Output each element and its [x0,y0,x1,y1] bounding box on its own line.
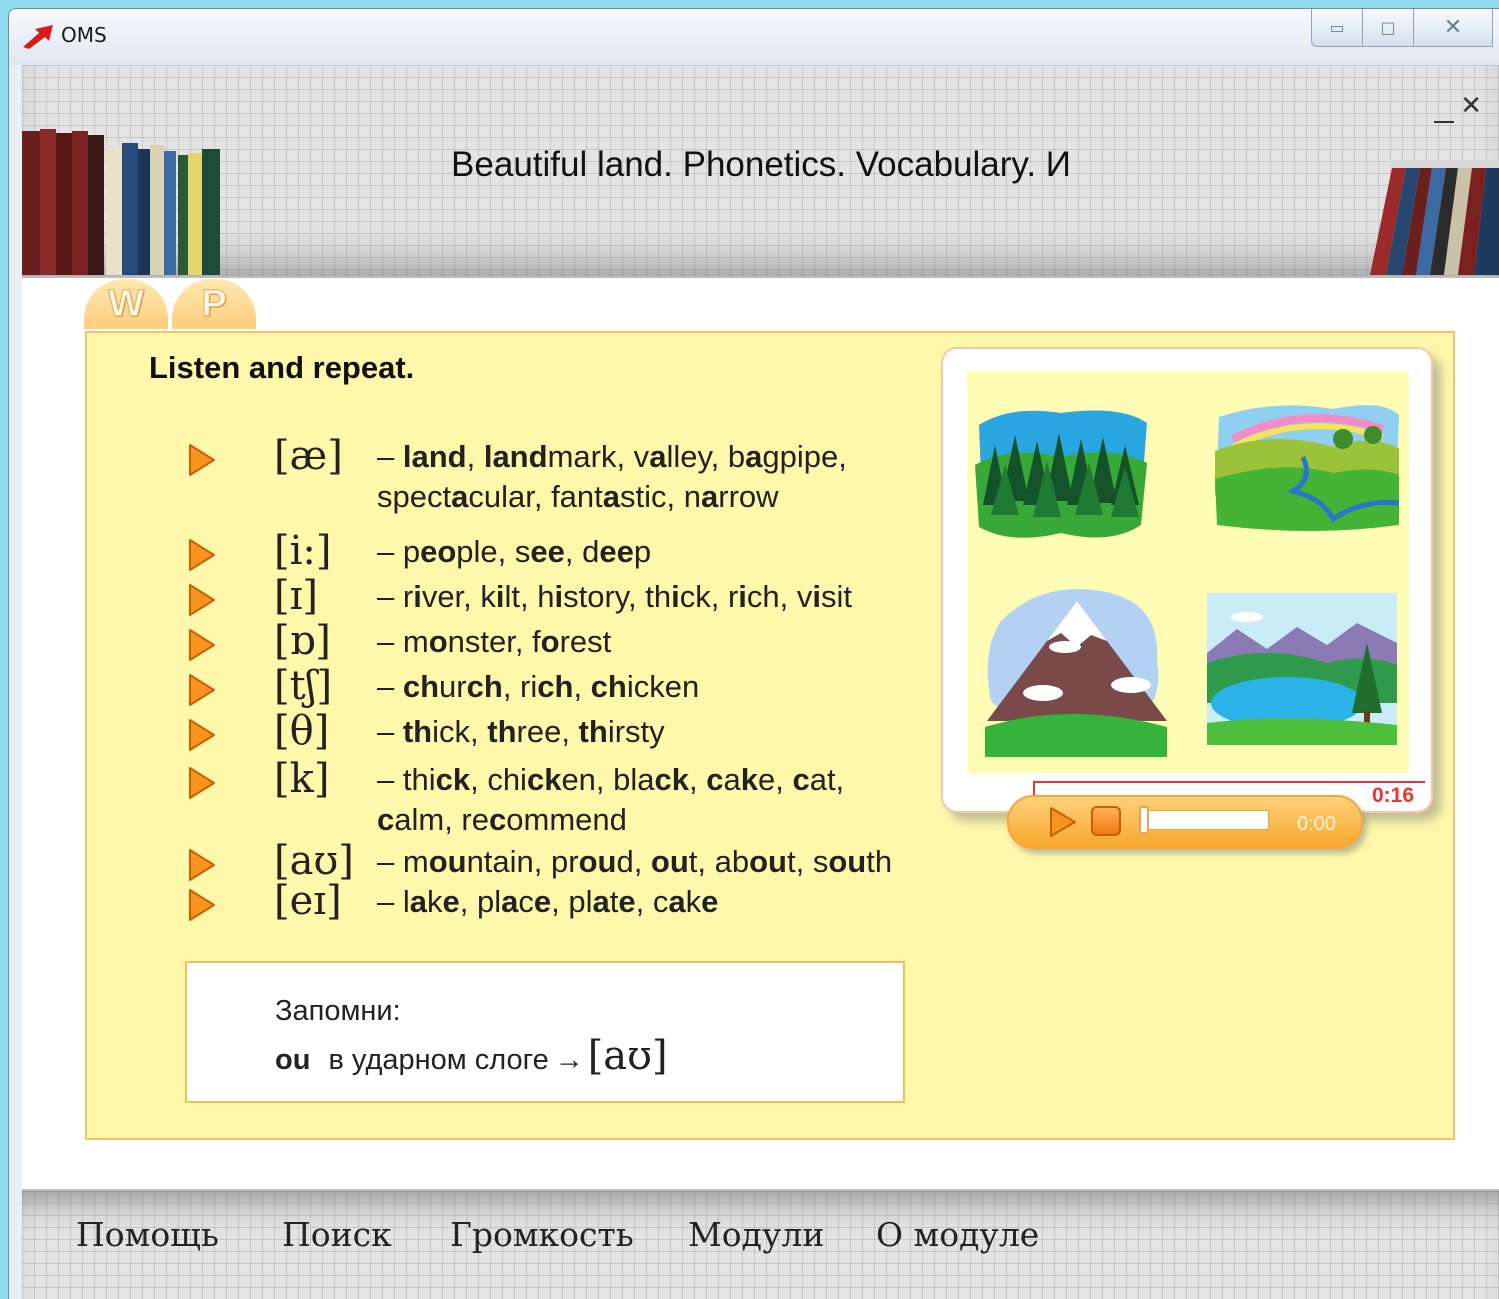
example-words: – thick, chicken, black, cake, cat, calm… [377,762,845,837]
app-logo-icon [23,25,53,49]
remember-text: в ударном слоге [328,1044,549,1076]
title-bar[interactable]: OMS ▭ □ ✕ [9,9,1499,65]
lake-picture[interactable] [1207,593,1397,745]
play-icon[interactable] [1047,805,1079,839]
example-words: – lake, place, plate, cake [377,884,719,919]
play-icon[interactable] [185,671,219,709]
maximize-button[interactable]: □ [1362,9,1414,47]
progress-track[interactable] [1139,810,1269,830]
total-time: 0:16 [1372,784,1415,807]
menu-search[interactable]: Поиск [282,1215,392,1254]
play-icon[interactable] [185,886,219,924]
phonetic-symbol: [eɪ] [274,878,342,924]
example-words: – monster, forest [377,624,612,659]
play-icon[interactable] [185,716,219,754]
picture-card [941,347,1433,813]
close-button[interactable]: ✕ [1413,9,1493,47]
remember-title: Запомни: [275,995,401,1027]
example-words: – river, kilt, history, thick, rich, vis… [377,579,852,614]
close-icon: ✕ [1443,15,1463,40]
menu-about[interactable]: О модуле [876,1215,1039,1254]
instruction-heading: Listen and repeat. [149,350,415,385]
phonetic-symbol: [æ] [274,433,343,479]
phonetic-symbol: [ɪ] [274,573,319,619]
example-words: – thick, three, thirsty [377,714,665,749]
app-title: OMS [61,23,107,47]
remember-box: Запомни: ou в ударном слоге → [aʊ] [185,961,905,1103]
stop-button[interactable] [1091,806,1121,836]
client-area: Beautiful land. Phonetics. Vocabulary. И… [22,65,1499,1299]
maximize-icon: □ [1380,18,1396,37]
current-time: 0:00 [1297,813,1336,835]
minimize-button[interactable]: ▭ [1311,9,1363,47]
minimize-icon: ▭ [1329,18,1345,37]
play-icon[interactable] [185,626,219,664]
remember-rule: ou в ударном слоге → [aʊ] [275,1033,668,1079]
phonetic-symbol: [θ] [274,708,330,754]
tab-words[interactable]: W [84,279,168,329]
menu-help[interactable]: Помощь [76,1215,219,1254]
remember-symbol: [aʊ] [587,1033,668,1079]
play-icon[interactable] [185,764,219,802]
phonetic-symbol: [tʃ] [274,663,333,709]
remember-letters: ou [275,1044,311,1076]
phonetic-symbol: [ɒ] [274,618,331,664]
valley-picture[interactable] [1213,399,1401,533]
example-words: – land, landmark, valley, bagpipe, spect… [377,439,847,514]
inner-close-icon[interactable]: ✕ [1460,91,1482,121]
example-words: – church, rich, chicken [377,669,700,704]
example-words: – mountain, proud, out, about, south [377,844,893,879]
picture-area [967,371,1409,773]
mountain-picture[interactable] [981,581,1171,761]
example-words: – people, see, deep [377,534,652,569]
menu-modules[interactable]: Модули [688,1215,824,1254]
tab-phonetics[interactable]: P [172,279,256,329]
phonetic-symbol: [k] [274,756,330,802]
play-icon[interactable] [185,581,219,619]
play-icon[interactable] [185,441,219,479]
audio-player: 0:00 [1007,795,1363,849]
exercise-panel: Listen and repeat. Запомни: ou в ударном… [85,331,1455,1140]
play-icon[interactable] [185,536,219,574]
menu-volume[interactable]: Громкость [450,1215,634,1254]
progress-thumb[interactable] [1139,806,1149,834]
forest-picture[interactable] [971,405,1151,545]
module-title: Beautiful land. Phonetics. Vocabulary. И [451,145,1071,184]
player-timeline-line [1033,781,1425,783]
play-icon[interactable] [185,846,219,884]
arrow-icon: → [554,1044,584,1076]
inner-minimize-icon[interactable] [1434,121,1454,123]
phonetic-symbol: [i:] [274,528,332,574]
module-header: Beautiful land. Phonetics. Vocabulary. И… [22,65,1499,278]
app-window: OMS ▭ □ ✕ Beautiful land. Phonetics. Voc… [8,8,1499,1299]
